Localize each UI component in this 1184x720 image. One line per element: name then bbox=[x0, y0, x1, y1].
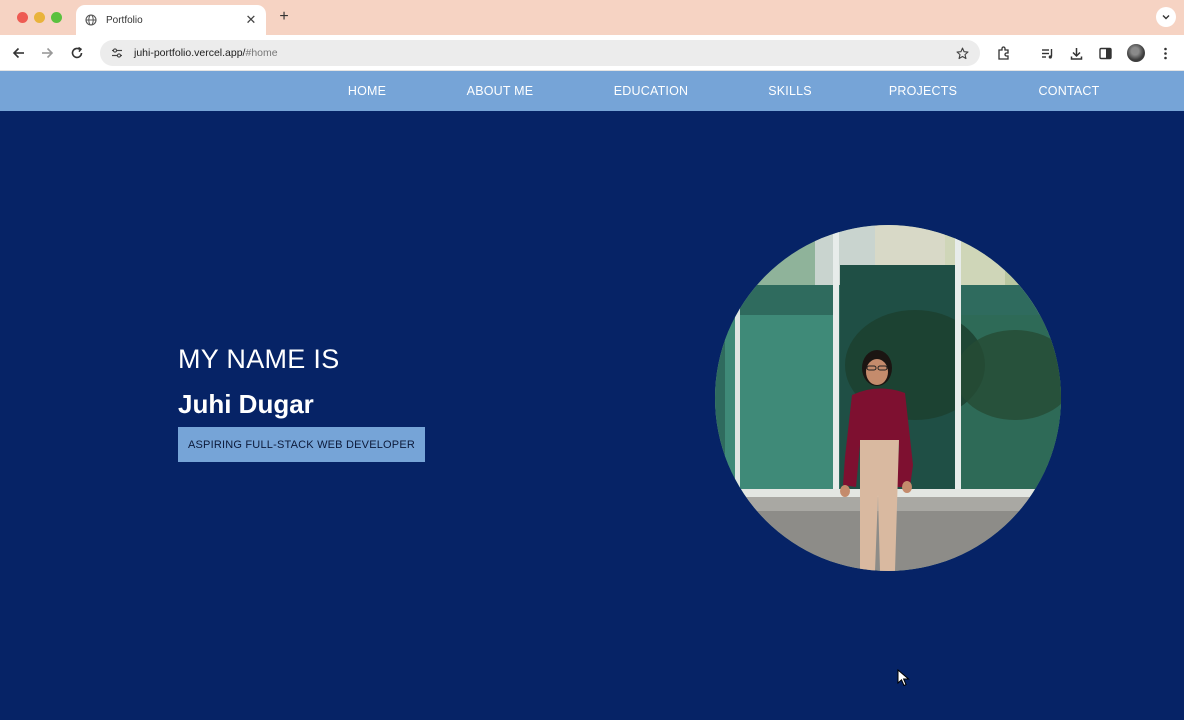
nav-link-contact[interactable]: CONTACT bbox=[1039, 71, 1100, 111]
hero-intro-text: MY NAME IS bbox=[178, 344, 340, 374]
forward-arrow-icon[interactable] bbox=[37, 43, 57, 63]
nav-link-home[interactable]: HOME bbox=[348, 71, 386, 111]
chevron-down-icon[interactable] bbox=[1156, 7, 1176, 27]
plus-icon[interactable]: + bbox=[276, 8, 292, 26]
download-icon[interactable] bbox=[1067, 44, 1085, 62]
profile-photo bbox=[715, 225, 1061, 571]
browser-toolbar: juhi-portfolio.vercel.app/#home bbox=[0, 35, 1184, 71]
media-control-icon[interactable] bbox=[1038, 44, 1056, 62]
mouse-cursor-icon bbox=[897, 669, 910, 687]
hero-name: Juhi Dugar bbox=[178, 389, 314, 419]
profile-avatar[interactable] bbox=[1127, 44, 1145, 62]
url-path: #home bbox=[245, 47, 278, 59]
reload-icon[interactable] bbox=[67, 43, 87, 63]
url-text: juhi-portfolio.vercel.app/#home bbox=[134, 47, 954, 59]
maximize-window-button[interactable] bbox=[51, 12, 62, 23]
kebab-menu-icon[interactable] bbox=[1156, 44, 1174, 62]
minimize-window-button[interactable] bbox=[34, 12, 45, 23]
url-host: juhi-portfolio.vercel.app/ bbox=[134, 47, 246, 59]
nav-link-education[interactable]: EDUCATION bbox=[614, 71, 689, 111]
hero-role-badge: ASPIRING FULL-STACK WEB DEVELOPER bbox=[178, 427, 425, 462]
browser-tab-strip: Portfolio ✕ + bbox=[0, 0, 1184, 35]
nav-link-projects[interactable]: PROJECTS bbox=[889, 71, 957, 111]
tab-title: Portfolio bbox=[106, 14, 143, 26]
nav-link-skills[interactable]: SKILLS bbox=[768, 71, 812, 111]
back-arrow-icon[interactable] bbox=[9, 43, 29, 63]
tune-icon[interactable] bbox=[110, 46, 124, 60]
star-icon[interactable] bbox=[954, 45, 970, 61]
browser-tab-portfolio[interactable]: Portfolio ✕ bbox=[76, 5, 266, 35]
site-nav-bar: HOME ABOUT ME EDUCATION SKILLS PROJECTS … bbox=[0, 71, 1184, 111]
globe-icon bbox=[84, 13, 98, 27]
hero-section: MY NAME IS Juhi Dugar ASPIRING FULL-STAC… bbox=[0, 111, 1184, 720]
nav-link-about-me[interactable]: ABOUT ME bbox=[467, 71, 534, 111]
puzzle-icon[interactable] bbox=[994, 44, 1012, 62]
close-icon[interactable]: ✕ bbox=[244, 13, 258, 27]
side-panel-icon[interactable] bbox=[1096, 44, 1114, 62]
address-bar[interactable]: juhi-portfolio.vercel.app/#home bbox=[100, 40, 980, 66]
close-window-button[interactable] bbox=[17, 12, 28, 23]
